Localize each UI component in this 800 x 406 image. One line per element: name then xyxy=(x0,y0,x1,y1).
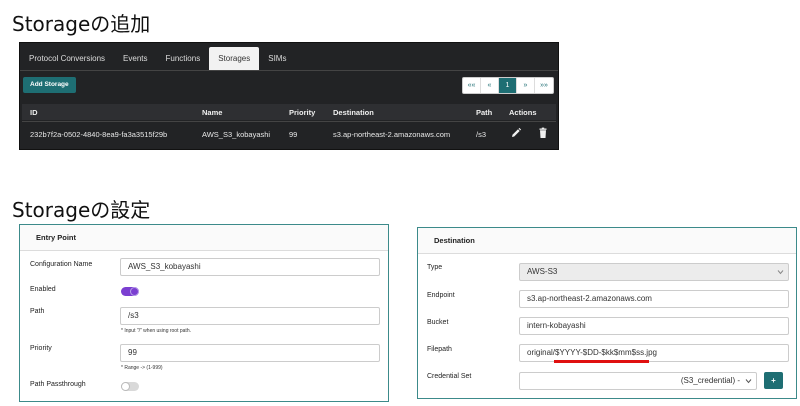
page-prev-button[interactable]: « xyxy=(481,78,499,93)
filepath-highlight-underline xyxy=(554,360,649,363)
column-header-path: Path xyxy=(476,108,493,117)
path-passthrough-label: Path Passthrough xyxy=(30,381,86,388)
entry-point-card: Entry Point Configuration Name AWS_S3_ko… xyxy=(19,224,389,402)
row-name: AWS_S3_kobayashi xyxy=(202,130,271,139)
table-row[interactable]: 232b7f2a-0502-4840-8ea9-fa3a3515f29b AWS… xyxy=(22,121,556,147)
row-path: /s3 xyxy=(476,130,487,139)
path-passthrough-toggle[interactable] xyxy=(121,382,139,391)
type-select[interactable]: AWS-S3 xyxy=(519,263,789,281)
page-first-button[interactable]: «« xyxy=(463,78,481,93)
tab-protocol-conversions[interactable]: Protocol Conversions xyxy=(20,47,114,71)
entry-point-title: Entry Point xyxy=(20,225,388,251)
path-label: Path xyxy=(30,308,45,315)
endpoint-field[interactable]: s3.ap-northeast-2.amazonaws.com xyxy=(519,290,789,308)
row-destination: s3.ap-northeast-2.amazonaws.com xyxy=(333,130,451,139)
section-heading-settings: Storageの設定 xyxy=(12,198,151,222)
column-header-destination: Destination xyxy=(333,108,374,117)
add-storage-button[interactable]: Add Storage xyxy=(23,77,76,93)
endpoint-label: Endpoint xyxy=(427,292,455,299)
enabled-label: Enabled xyxy=(30,286,56,293)
chevron-down-icon xyxy=(745,379,752,384)
path-field[interactable]: /s3 xyxy=(120,307,380,325)
path-passthrough-toggle-knob xyxy=(121,382,130,391)
configuration-name-field[interactable]: AWS_S3_kobayashi xyxy=(120,258,380,276)
column-header-id: ID xyxy=(30,108,38,117)
page-last-button[interactable]: »» xyxy=(535,78,553,93)
tab-bar: Protocol Conversions Events Functions St… xyxy=(20,47,295,71)
priority-label: Priority xyxy=(30,345,52,352)
tab-storages[interactable]: Storages xyxy=(209,47,260,71)
priority-field[interactable]: 99 xyxy=(120,344,380,362)
filepath-label: Filepath xyxy=(427,346,452,353)
priority-hint: * Range -> (1-999) xyxy=(121,365,163,371)
table-header: ID Name Priority Destination Path Action… xyxy=(22,104,556,120)
row-id: 232b7f2a-0502-4840-8ea9-fa3a3515f29b xyxy=(30,130,168,139)
credential-set-label: Credential Set xyxy=(427,373,472,380)
credential-set-select[interactable]: (S3_credential) - xyxy=(519,372,757,390)
tab-events[interactable]: Events xyxy=(114,47,156,71)
tab-sims[interactable]: SIMs xyxy=(259,47,295,71)
type-label: Type xyxy=(427,264,443,271)
bucket-field[interactable]: intern-kobayashi xyxy=(519,317,789,335)
column-header-priority: Priority xyxy=(289,108,316,117)
tab-divider xyxy=(20,70,558,71)
pagination: «« « 1 » »» xyxy=(462,77,554,94)
configuration-name-label: Configuration Name xyxy=(30,261,93,268)
pencil-icon[interactable] xyxy=(510,127,522,139)
page-1-button[interactable]: 1 xyxy=(499,78,517,93)
credential-set-value: (S3_credential) - xyxy=(680,376,740,385)
trash-icon[interactable] xyxy=(537,127,549,139)
column-header-actions: Actions xyxy=(509,108,537,117)
chevron-down-icon xyxy=(777,270,784,275)
enabled-toggle-knob xyxy=(130,287,139,296)
section-heading-add: Storageの追加 xyxy=(12,12,151,36)
column-header-name: Name xyxy=(202,108,223,117)
bucket-label: Bucket xyxy=(427,319,449,326)
destination-card: Destination Type AWS-S3 Endpoint s3.ap-n… xyxy=(417,227,797,399)
path-hint: * Input "/" when using root path. xyxy=(121,328,191,334)
storage-list-panel: Protocol Conversions Events Functions St… xyxy=(19,42,559,150)
type-value: AWS-S3 xyxy=(527,267,558,276)
destination-title: Destination xyxy=(418,228,796,254)
add-credential-button[interactable]: + xyxy=(764,372,783,389)
tab-functions[interactable]: Functions xyxy=(157,47,210,71)
enabled-toggle[interactable] xyxy=(121,287,139,296)
row-priority: 99 xyxy=(289,130,298,139)
page-next-button[interactable]: » xyxy=(517,78,535,93)
